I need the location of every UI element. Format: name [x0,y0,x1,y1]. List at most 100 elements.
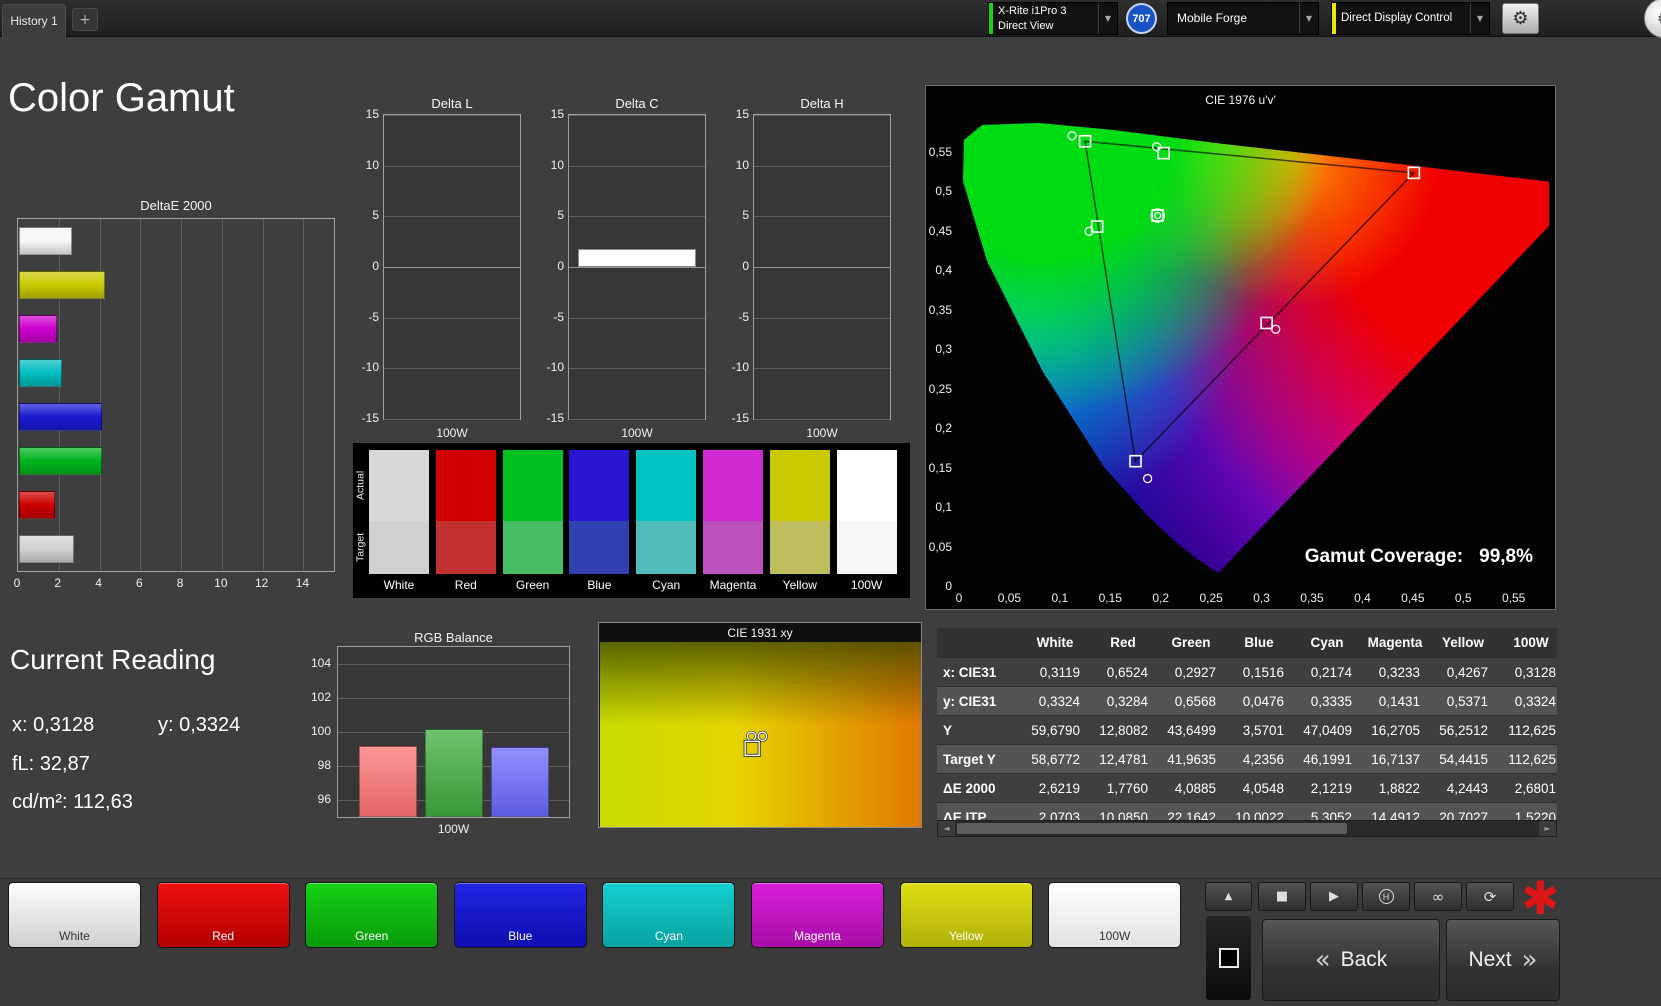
pattern-window-button[interactable] [1205,915,1252,1001]
table-row: ΔE ITP 2,0703 10,0850 22,1642 10,0022 5,3052 1… [937,803,1557,820]
gridline [569,115,705,116]
axis-label: 100W [621,426,653,440]
rgb-balance-yaxis: 104 102 100 98 96 [302,646,334,818]
stop-button[interactable]: ■ [1258,882,1306,911]
delta-l-plot [383,114,521,420]
table-cell: 0,3128 [1514,665,1556,680]
axis-label: 100W [806,426,838,440]
pattern-button-yellow[interactable]: Yellow [899,882,1033,948]
table-cell: 41,9635 [1167,752,1216,767]
delta-bar [578,248,696,267]
gridline [221,219,223,571]
gridline [754,368,890,370]
infinity-icon: ∞ [1431,887,1445,906]
swatch-white-target [369,521,429,574]
gamut-coverage: Gamut Coverage: 99,8% [1304,546,1533,567]
axis-tick-label: 96 [317,792,331,806]
chevrons-right-icon: » [1521,945,1538,975]
table-cell: 0,3119 [1039,665,1080,680]
swatch-blue-actual [569,450,630,521]
pattern-source-label: Mobile Forge [1177,11,1248,26]
gridline [338,664,569,665]
delta-l-chart: Delta L 15 10 5 0 -5 -10 -15 100W [359,96,525,448]
axis-tick-label: 0,4 [935,263,952,278]
pattern-button-magenta[interactable]: Magenta [751,882,884,948]
chevron-up-icon: ▲ [1224,891,1233,902]
count-badge[interactable]: 707 [1126,3,1157,34]
table-cell: 4,0548 [1242,781,1284,796]
play-button[interactable]: ▶ [1310,882,1358,911]
chart-title: CIE 1931 xy [727,626,793,640]
pattern-button-label: Yellow [948,929,984,943]
swatch-column-magenta: Magenta [703,443,763,598]
table-header-cyan: Cyan [1310,635,1344,650]
pattern-button-blue[interactable]: Blue [453,882,587,948]
display-control-selector[interactable]: Direct Display Control ▼ [1331,2,1490,35]
history-icon: H [1378,889,1394,904]
collapse-button[interactable]: ▲ [1205,882,1252,911]
table-cell: 0,3324 [1038,694,1080,709]
pattern-button-100w[interactable]: 100W [1048,882,1182,948]
cie1976-xaxis: 0 0,05 0,1 0,15 0,2 0,25 0,3 0,35 0,4 0,45 0,5 0,55 [956,591,1549,605]
pattern-button-green[interactable]: Green [305,882,439,948]
continuous-read-button[interactable]: ∞ [1414,882,1462,911]
rgb-bar-green [424,728,483,817]
next-button[interactable]: Next » [1446,919,1560,1001]
chevron-down-icon: ▼ [1299,3,1318,34]
gridline [754,267,890,268]
axis-tick-label: 100 [310,724,331,738]
axis-tick-label: 5 [372,208,379,223]
axis-tick-label: 10 [365,157,379,172]
section-title-current-reading: Current Reading [10,644,216,675]
swatch-label: Cyan [652,578,681,592]
table-cell: 0,3233 [1378,665,1420,680]
axis-tick-label: -5 [738,309,749,324]
gridline [569,368,705,370]
gear-icon: ⚙ [1512,8,1529,29]
table-cell: 59,6790 [1031,723,1080,738]
swatch-100w-actual [836,450,897,521]
meter-selector[interactable]: X-Rite i1Pro 3 Direct View ▼ [988,2,1118,35]
pattern-button-cyan[interactable]: Cyan [602,882,736,948]
row-label-actual: Actual [354,470,367,501]
table-cell: 12,8082 [1099,723,1148,738]
swatch-yellow-target [769,521,830,574]
table-cell: 2,6219 [1038,781,1080,796]
settings-button[interactable]: ⚙ [1502,3,1539,34]
chart-title: DeltaE 2000 [140,198,212,213]
scrollbar-right-button[interactable]: ► [1539,821,1556,836]
table-row-label: Target Y [943,752,996,767]
reading-y: y: 0,3324 [158,714,241,736]
chart-title: Delta C [615,96,659,111]
table-scrollbar[interactable]: ◄ ► [937,820,1557,837]
reading-cd: cd/m²: 112,63 [12,791,133,813]
add-tab-button[interactable]: + [72,8,98,31]
gridline [303,219,305,571]
deltae-bar-white [19,227,73,255]
pattern-button-red[interactable]: Red [156,882,290,948]
scrollbar-thumb[interactable] [957,823,1347,834]
pattern-button-white[interactable]: White [8,882,141,948]
table-cell: 16,7137 [1371,752,1420,767]
pattern-button-label: White [59,929,90,943]
delta-l-yaxis: 15 10 5 0 -5 -10 -15 [359,107,380,425]
rgb-balance-chart: RGB Balance 104 102 100 98 96 100W [300,630,582,842]
table-row: Y 59,6790 12,8082 43,6499 3,5701 47,0409 16,27… [937,716,1557,745]
top-bar: History 1 + X-Rite i1Pro 3 Direct View ▼… [0,0,1661,38]
axis-tick-label: 104 [310,656,331,670]
back-button[interactable]: « Back [1262,919,1440,1001]
scrollbar-left-button[interactable]: ◄ [938,821,955,836]
plus-icon: + [79,11,91,28]
history-mode-button[interactable]: H [1362,882,1410,911]
refresh-button[interactable]: ⟳ [1466,882,1514,911]
chevron-down-icon: ▼ [1470,3,1489,34]
deltae-bar-red [19,491,56,519]
table-cell: 3,5701 [1242,723,1284,738]
pattern-button-label: 100W [1099,929,1131,943]
history-tab[interactable]: History 1 [2,4,66,37]
reading-x: x: 0,3128 [12,714,95,736]
axis-tick-label: 0,45 [1401,591,1425,605]
app-logo-button[interactable]: ⚙ [1644,0,1661,38]
pattern-source-selector[interactable]: Mobile Forge ▼ [1167,2,1319,35]
axis-tick-label: 0,35 [928,302,952,317]
